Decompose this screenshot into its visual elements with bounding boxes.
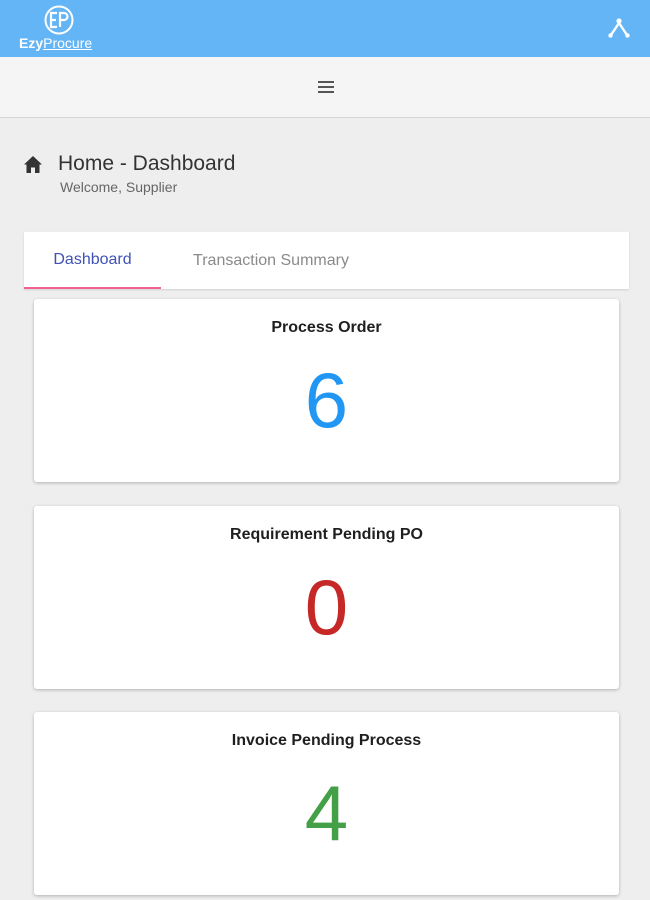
card-title: Process Order — [271, 319, 382, 336]
requirement-pending-po-card[interactable]: Requirement Pending PO 0 — [34, 506, 619, 689]
card-value: 0 — [304, 563, 349, 651]
process-order-card[interactable]: Process Order 6 — [34, 299, 619, 482]
ezyprocure-logo[interactable]: EzyProcure — [18, 5, 102, 53]
logo-text-rest: Procure — [43, 35, 93, 51]
tab-bar: Dashboard Transaction Summary — [24, 232, 629, 289]
tab-dashboard[interactable]: Dashboard — [24, 232, 161, 289]
card-title: Requirement Pending PO — [230, 526, 423, 543]
invoice-pending-process-card[interactable]: Invoice Pending Process 4 — [34, 712, 619, 895]
ezyprocure-logo-icon — [44, 5, 74, 35]
top-app-bar: EzyProcure — [0, 0, 650, 57]
toolbar — [0, 57, 650, 118]
home-icon — [24, 156, 42, 173]
profile-menu-icon[interactable] — [604, 16, 634, 40]
logo-text: EzyProcure — [19, 35, 92, 51]
page-title: Home - Dashboard — [58, 152, 236, 175]
logo-text-bold: Ezy — [19, 35, 44, 51]
page-subtitle: Welcome, Supplier — [60, 179, 178, 195]
card-title: Invoice Pending Process — [231, 732, 422, 749]
card-value: 6 — [304, 356, 349, 444]
hamburger-menu-icon[interactable] — [313, 74, 339, 100]
card-value: 4 — [304, 769, 349, 857]
tab-transaction-summary[interactable]: Transaction Summary — [161, 232, 381, 289]
